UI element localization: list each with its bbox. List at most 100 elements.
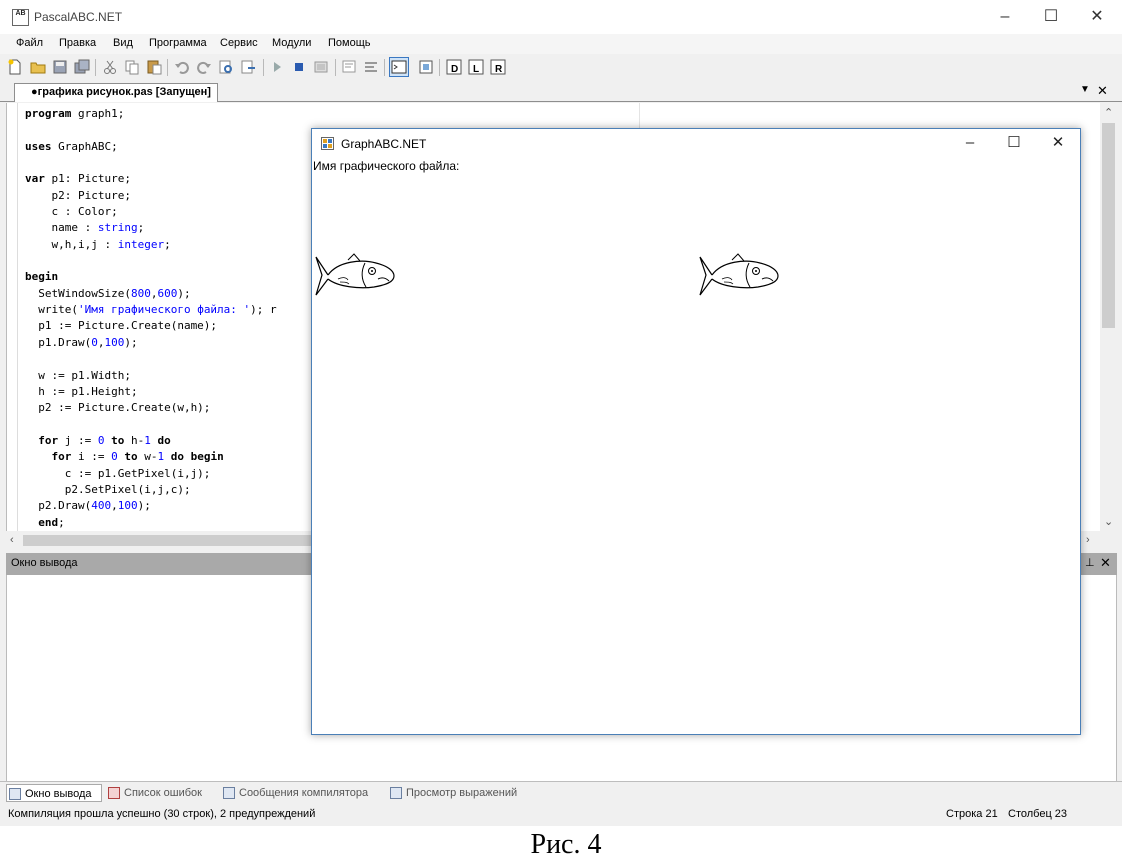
minimize-button[interactable]: – — [982, 0, 1028, 34]
toolbar-separator — [384, 59, 385, 76]
menu-file[interactable]: Файл — [16, 37, 43, 49]
close-icon[interactable]: ✕ — [1100, 555, 1111, 571]
code-token: 0 — [97, 433, 105, 447]
compiler-messages-icon — [223, 787, 235, 799]
scroll-left-icon[interactable]: ‹ — [10, 534, 14, 546]
format-d-icon[interactable]: D — [446, 59, 462, 75]
tab-errors[interactable]: Список ошибок — [106, 784, 202, 802]
code-token: integer — [117, 237, 165, 251]
window-app-icon — [321, 137, 334, 150]
form-icon[interactable] — [418, 59, 434, 75]
figure-caption: Рис. 4 — [0, 826, 1122, 868]
close-button[interactable]: ✕ — [1074, 0, 1120, 34]
code-token: 0 — [111, 450, 118, 464]
tab-compiler-messages-label: Сообщения компилятора — [239, 787, 369, 799]
toolbar-separator — [95, 59, 96, 76]
svg-text:D: D — [451, 64, 458, 75]
tab-output[interactable]: Окно вывода — [6, 784, 102, 802]
uncomment-icon[interactable] — [363, 59, 379, 75]
tab-watch[interactable]: Просмотр выражений — [388, 784, 517, 802]
pin-icon[interactable]: ⊥ — [1085, 556, 1095, 569]
chevron-down-icon[interactable]: ▼ — [1080, 84, 1090, 95]
menu-help[interactable]: Помощь — [328, 37, 371, 49]
code-token: var — [25, 172, 45, 186]
fish-image-copy — [699, 253, 779, 296]
code-line: end; — [25, 515, 277, 531]
menu-modules[interactable]: Модули — [272, 37, 311, 49]
replace-icon[interactable] — [240, 59, 256, 75]
tab-compiler-messages[interactable]: Сообщения компилятора — [221, 784, 368, 802]
code-line: p2.SetPixel(i,j,c); — [25, 482, 277, 498]
menu-service[interactable]: Сервис — [220, 37, 258, 49]
graphabc-maximize-button[interactable]: ☐ — [992, 129, 1036, 159]
vertical-scrollbar[interactable]: ⌃ ⌄ — [1100, 103, 1117, 531]
code-token: 100 — [104, 335, 125, 349]
stop-icon[interactable] — [291, 59, 307, 75]
graphabc-close-button[interactable]: ✕ — [1036, 129, 1080, 159]
save-all-icon[interactable] — [74, 59, 90, 75]
code-token: ; — [58, 515, 65, 529]
graphics-canvas[interactable]: Имя графического файла: — [312, 159, 1080, 734]
code-line: write('Имя графического файла: '); r — [25, 302, 276, 318]
code-token: 'Имя графического файла: ' — [77, 303, 251, 317]
code-token: 1 — [144, 433, 151, 447]
horizontal-scroll-thumb[interactable] — [23, 535, 323, 546]
errors-icon — [108, 787, 120, 799]
toolbar-separator — [167, 59, 168, 76]
undo-icon[interactable] — [174, 59, 190, 75]
paste-icon[interactable] — [146, 59, 162, 75]
save-icon[interactable] — [52, 59, 68, 75]
scroll-down-icon[interactable]: ⌄ — [1104, 515, 1113, 528]
code-token: do — [170, 450, 184, 464]
close-icon[interactable]: ✕ — [1097, 83, 1108, 99]
open-folder-icon[interactable] — [30, 59, 46, 75]
code-token: p2.SetPixel(i,j,c); — [25, 482, 191, 496]
code-text[interactable]: program graph1; uses GraphABC; var p1: P… — [25, 106, 277, 531]
code-token: begin — [25, 270, 59, 284]
code-token: p1 := Picture.Create(name); — [25, 319, 218, 333]
toolbar-separator — [263, 59, 264, 76]
vertical-scroll-thumb[interactable] — [1102, 123, 1115, 328]
code-token: to — [124, 450, 138, 464]
code-line: c : Color; — [25, 204, 277, 220]
format-r-icon[interactable]: R — [490, 59, 506, 75]
comment-icon[interactable] — [341, 59, 357, 75]
svg-text:L: L — [473, 64, 479, 75]
code-token: c := p1.GetPixel(i,j); — [25, 466, 211, 480]
scroll-up-icon[interactable]: ⌃ — [1104, 106, 1113, 119]
code-line: begin — [25, 269, 277, 285]
graphabc-title: GraphABC.NET — [341, 137, 427, 151]
code-token: program — [25, 107, 72, 120]
new-file-icon[interactable] — [7, 59, 23, 75]
code-token: p2 := Picture.Create(w,h); — [25, 401, 211, 415]
scroll-right-icon[interactable]: › — [1086, 534, 1090, 546]
find-icon[interactable] — [218, 59, 234, 75]
tab-file[interactable]: ●графика рисунок.pas [Запущен] — [14, 83, 218, 102]
menu-edit[interactable]: Правка — [59, 37, 96, 49]
cut-icon[interactable] — [102, 59, 118, 75]
code-line: p2.Draw(400,100); — [25, 498, 277, 514]
output-window-icon — [9, 788, 21, 800]
window-title: PascalABC.NET — [34, 10, 123, 24]
menu-view[interactable]: Вид — [113, 37, 133, 49]
redo-icon[interactable] — [196, 59, 212, 75]
compile-icon[interactable] — [313, 59, 329, 75]
code-line: w := p1.Width; — [25, 368, 277, 384]
code-token: write( — [25, 303, 78, 317]
format-l-icon[interactable]: L — [468, 59, 484, 75]
code-token: ); — [137, 499, 151, 513]
console-icon[interactable] — [389, 57, 409, 77]
menu-program[interactable]: Программа — [149, 37, 207, 49]
run-icon[interactable] — [269, 59, 285, 75]
copy-icon[interactable] — [124, 59, 140, 75]
code-line: name : string; — [25, 220, 277, 236]
code-token: uses — [25, 139, 52, 153]
code-token: ; — [137, 221, 145, 235]
maximize-button[interactable]: ☐ — [1028, 0, 1074, 34]
graphabc-minimize-button[interactable]: – — [948, 129, 992, 159]
